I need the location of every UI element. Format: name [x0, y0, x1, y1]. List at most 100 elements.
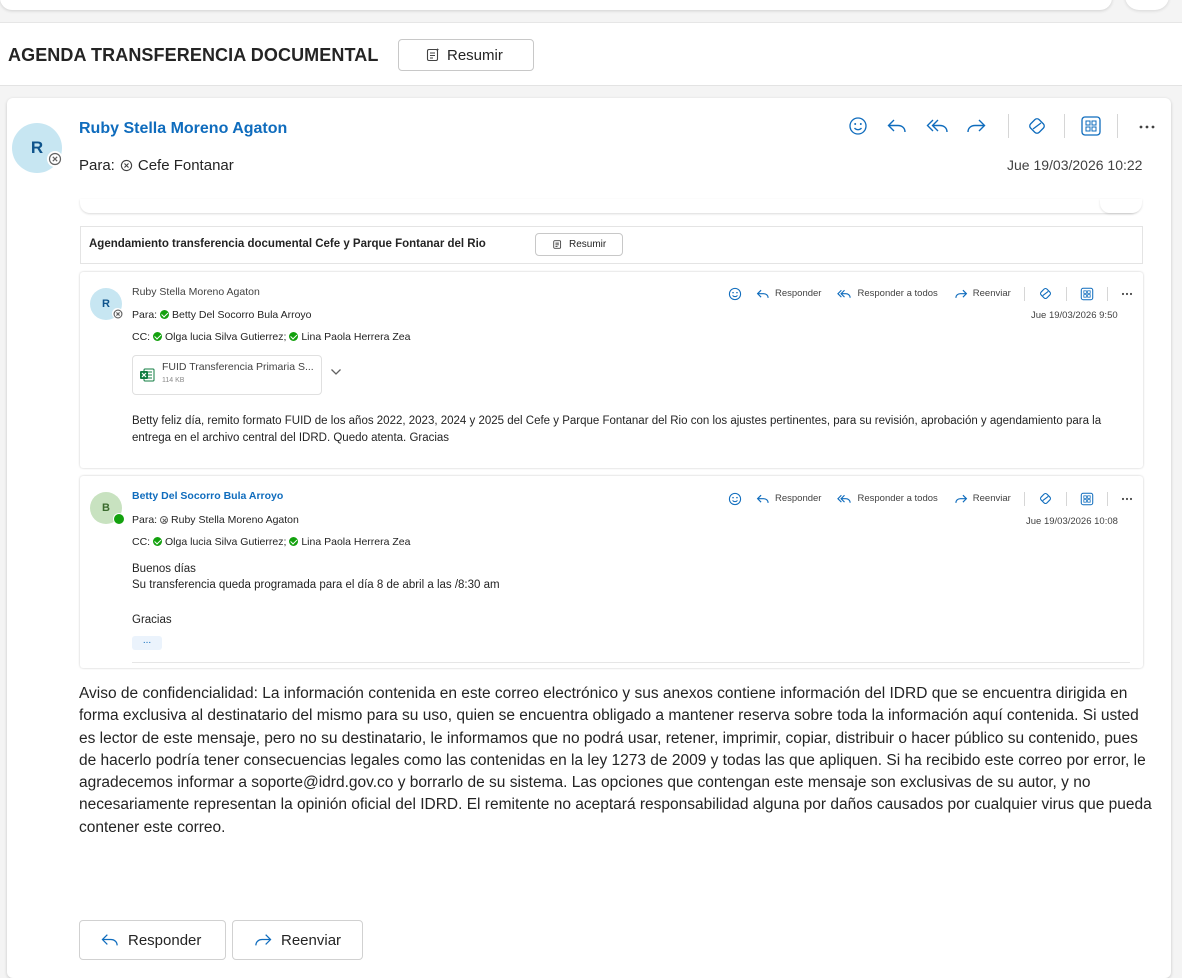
reply-icon — [100, 932, 120, 948]
toolbar-separator — [1064, 114, 1065, 138]
forward-label: Reenviar — [281, 931, 342, 949]
quoted-card-corner — [1100, 199, 1142, 213]
quoted-subject: Agendamiento transferencia documental Ce… — [89, 238, 486, 250]
quoted-actions: Responder Responder a todos Reenviar — [728, 491, 1133, 506]
to-label: Para: — [132, 514, 158, 526]
toolbar-separator — [1023, 286, 1025, 301]
summarize-label: Resumir — [447, 46, 503, 64]
forward-action[interactable]: Reenviar — [973, 288, 1011, 299]
toolbar-separator — [1065, 491, 1067, 506]
reply-icon[interactable] — [886, 117, 908, 135]
cc-recipient[interactable]: Lina Paola Herrera Zea — [301, 331, 410, 343]
toolbar-separator — [1117, 114, 1118, 138]
quoted-body-line: Gracias — [132, 614, 172, 626]
summarize-button[interactable]: Resumir — [398, 39, 534, 71]
emoji-icon[interactable] — [728, 287, 742, 301]
avatar-initial: R — [102, 298, 110, 310]
toolbar-separator — [1023, 491, 1025, 506]
toolbar-separator — [1106, 286, 1108, 301]
quoted-sender-name[interactable]: Ruby Stella Moreno Agaton — [132, 286, 260, 298]
quoted-previous-card — [80, 199, 1140, 213]
apps-icon[interactable] — [1080, 115, 1102, 137]
reply-all-action[interactable]: Responder a todos — [857, 288, 937, 299]
reply-label: Responder — [128, 931, 202, 949]
forward-button[interactable]: Reenviar — [232, 920, 363, 960]
sender-name[interactable]: Ruby Stella Moreno Agaton — [79, 120, 287, 138]
message-date: Jue 19/03/2026 10:22 — [1007, 157, 1143, 173]
forward-action[interactable]: Reenviar — [973, 493, 1011, 504]
ellipsis-label: ... — [142, 635, 152, 646]
quoted-sender-name[interactable]: Betty Del Socorro Bula Arroyo — [132, 490, 283, 502]
to-line: Para: Cefe Fontanar — [79, 157, 234, 174]
reply-all-action[interactable]: Responder a todos — [857, 493, 937, 504]
avatar-initial: R — [30, 138, 44, 157]
to-label: Para: — [79, 157, 115, 174]
excel-file-icon — [139, 367, 155, 383]
to-line: Para: Betty Del Socorro Bula Arroyo — [132, 309, 312, 321]
attachment-size: 114 KB — [162, 377, 185, 384]
presence-available-icon — [289, 537, 299, 546]
emoji-icon[interactable] — [728, 492, 742, 506]
avatar-initial: B — [102, 502, 110, 514]
summarize-icon — [552, 239, 563, 250]
more-icon[interactable] — [1138, 124, 1156, 130]
divider — [132, 662, 1130, 663]
cc-recipient[interactable]: Olga lucia Silva Gutierrez; — [165, 331, 286, 343]
quoted-date: Jue 19/03/2026 10:08 — [1026, 516, 1118, 527]
forward-icon[interactable] — [965, 117, 987, 135]
to-label: Para: — [132, 309, 158, 321]
forward-icon — [253, 932, 273, 948]
reply-all-icon[interactable] — [837, 493, 852, 505]
to-line: Para: Ruby Stella Moreno Agaton — [132, 514, 299, 526]
reply-all-icon[interactable] — [926, 117, 950, 135]
chevron-down-icon[interactable] — [330, 368, 342, 376]
more-icon[interactable] — [1121, 497, 1133, 501]
reply-action[interactable]: Responder — [775, 493, 821, 504]
more-icon[interactable] — [1121, 292, 1133, 296]
forward-icon[interactable] — [954, 493, 968, 505]
reply-icon[interactable] — [756, 288, 770, 300]
toolbar-separator — [1106, 491, 1108, 506]
apps-icon[interactable] — [1080, 492, 1094, 506]
quoted-date: Jue 19/03/2026 9:50 — [1031, 310, 1118, 321]
reply-action[interactable]: Responder — [775, 288, 821, 299]
emoji-icon[interactable] — [848, 116, 868, 136]
thread-subject: AGENDA TRANSFERENCIA DOCUMENTAL — [8, 45, 379, 65]
confidentiality-notice: Aviso de confidencialidad: La informació… — [79, 685, 1152, 836]
reply-icon[interactable] — [756, 493, 770, 505]
presence-available-icon — [160, 310, 170, 319]
previous-card-corner — [1125, 0, 1169, 10]
recipient-name[interactable]: Betty Del Socorro Bula Arroyo — [172, 309, 311, 321]
presence-offline-icon — [160, 516, 169, 524]
sticker-icon[interactable] — [1026, 115, 1048, 137]
forward-icon[interactable] — [954, 288, 968, 300]
cc-label: CC: — [132, 331, 151, 343]
cc-recipient[interactable]: Lina Paola Herrera Zea — [301, 536, 410, 548]
reply-all-icon[interactable] — [837, 288, 852, 300]
show-more-button[interactable]: ... — [132, 636, 162, 650]
cc-line: CC: Olga lucia Silva Gutierrez; Lina Pao… — [132, 536, 410, 548]
cc-recipient[interactable]: Olga lucia Silva Gutierrez; — [165, 536, 286, 548]
presence-available-icon — [153, 332, 163, 341]
summarize-icon — [425, 47, 441, 63]
summarize-label: Resumir — [569, 239, 607, 250]
quoted-body-line: Buenos días — [132, 563, 196, 575]
toolbar-separator — [1065, 286, 1067, 301]
quoted-body: Betty feliz día, remito formato FUID de … — [132, 415, 1102, 444]
recipient-name[interactable]: Ruby Stella Moreno Agaton — [171, 514, 299, 526]
cc-line: CC: Olga lucia Silva Gutierrez; Lina Pao… — [132, 331, 410, 343]
reply-button[interactable]: Responder — [79, 920, 226, 960]
presence-offline-icon — [47, 151, 63, 167]
sticker-icon[interactable] — [1038, 286, 1053, 301]
cc-label: CC: — [132, 536, 151, 548]
presence-available-icon — [153, 537, 163, 546]
attachment-name: FUID Transferencia Primaria S... — [162, 361, 314, 373]
toolbar-separator — [1008, 114, 1009, 138]
apps-icon[interactable] — [1080, 287, 1094, 301]
recipient-status-icon — [120, 159, 133, 172]
presence-offline-icon — [112, 308, 123, 319]
recipient-name[interactable]: Cefe Fontanar — [138, 157, 234, 174]
sticker-icon[interactable] — [1038, 491, 1053, 506]
presence-available-icon — [289, 332, 299, 341]
quoted-summarize-button[interactable]: Resumir — [535, 233, 623, 256]
